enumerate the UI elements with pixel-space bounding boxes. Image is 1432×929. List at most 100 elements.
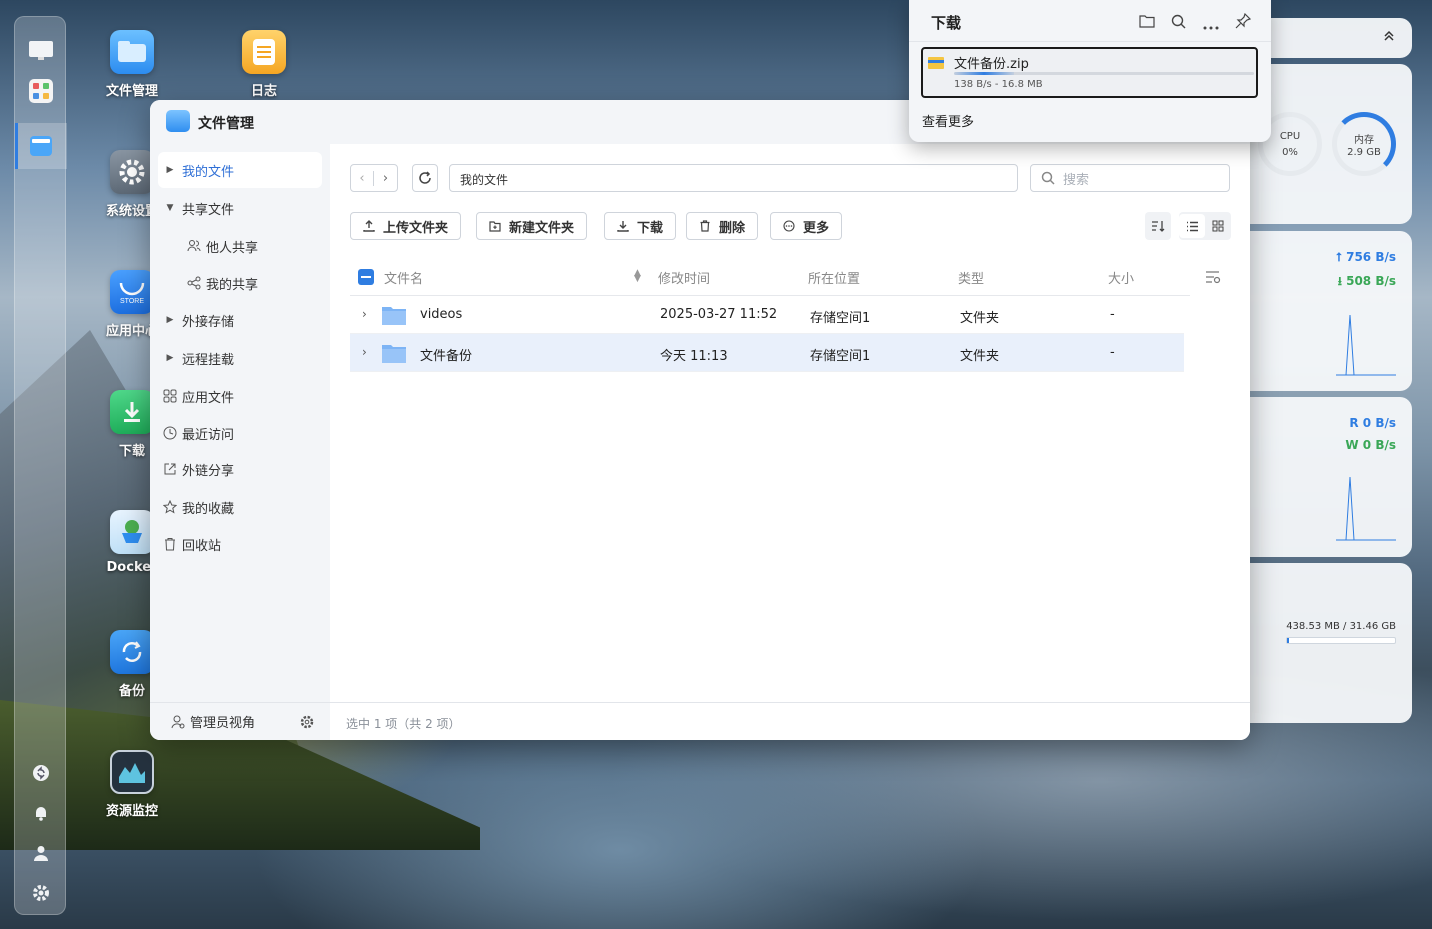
svg-text:STORE: STORE [120, 298, 144, 305]
folder-icon[interactable] [1139, 14, 1155, 32]
column-header-name[interactable]: 文件名 [384, 268, 423, 287]
download-icon [617, 221, 629, 232]
pin-icon[interactable] [1235, 12, 1252, 33]
sort-button[interactable] [1145, 212, 1171, 240]
search-input[interactable]: 搜索 [1030, 164, 1230, 192]
table-row[interactable]: › videos 2025-03-27 11:52 存储空间1 文件夹 - [350, 296, 1184, 334]
file-type: 文件夹 [960, 349, 1000, 364]
user-icon[interactable] [27, 839, 55, 867]
network-down: ⭳ 508 B/s [1337, 274, 1396, 288]
path-input[interactable]: 我的文件 [449, 164, 1018, 192]
app-launcher-icon[interactable] [27, 77, 55, 105]
divider [909, 41, 1271, 42]
folder-icon [382, 345, 406, 363]
storage-bar [1286, 637, 1396, 644]
sidebar-item-external-link-share[interactable]: 外链分享 [158, 451, 322, 487]
sidebar-item-favorites[interactable]: 我的收藏 [158, 489, 322, 525]
memory-value: 2.9 GB [1347, 147, 1381, 158]
sidebar-item-label: 他人共享 [206, 240, 259, 256]
apps-grid-icon [158, 389, 182, 403]
download-item-meta: 138 B/s - 16.8 MB [954, 79, 1043, 90]
download-item[interactable]: 文件备份.zip 138 B/s - 16.8 MB [921, 47, 1258, 98]
desktop-icon[interactable] [27, 37, 55, 65]
sidebar-item-label: 外链分享 [182, 463, 235, 479]
more-icon[interactable] [1203, 19, 1219, 34]
gear-icon[interactable] [300, 715, 314, 733]
main-panel: ‹ › 我的文件 搜索 上传文件夹 新建文件夹 下载 删除 更多 文件名 ▲ ▼… [330, 144, 1250, 740]
select-all-checkbox[interactable] [358, 269, 374, 285]
file-name: 文件备份 [420, 349, 473, 364]
download-progress-fill [954, 72, 1014, 75]
sidebar-item-remote-mount[interactable]: ▶ 远程挂载 [158, 340, 322, 376]
sidebar-item-shared-files[interactable]: ▼ 共享文件 [158, 190, 322, 226]
download-item-name: 文件备份.zip [954, 57, 1029, 72]
download-progress-bar [954, 72, 1254, 75]
desktop-icon-label: 文件管理 [105, 84, 158, 99]
download-button[interactable]: 下载 [604, 212, 677, 240]
file-name: videos [420, 307, 463, 322]
admin-user-icon [166, 715, 190, 729]
column-header-type[interactable]: 类型 [958, 268, 984, 287]
sidebar-item-external-storage[interactable]: ▶ 外接存储 [158, 302, 322, 338]
network-sparkline [1336, 314, 1396, 376]
sidebar-item-recent[interactable]: 最近访问 [158, 415, 322, 451]
bell-icon[interactable] [27, 799, 55, 827]
desktop-icon-file-manager[interactable]: 文件管理 [82, 30, 182, 99]
widget-header [1250, 18, 1412, 58]
search-icon[interactable] [1171, 14, 1186, 33]
column-settings-icon[interactable] [1205, 270, 1221, 288]
sync-icon[interactable] [27, 759, 55, 787]
sidebar-item-app-files[interactable]: 应用文件 [158, 378, 322, 414]
column-header-location[interactable]: 所在位置 [808, 268, 860, 287]
upload-icon [363, 220, 375, 232]
sort-caret-icon[interactable]: ▲ ▼ [634, 269, 641, 284]
column-header-modified[interactable]: 修改时间 [658, 268, 710, 287]
refresh-icon [419, 171, 431, 184]
system-usage-widget: CPU 0% 内存 2.9 GB [1250, 64, 1412, 224]
forward-button[interactable]: › [374, 171, 397, 186]
new-folder-icon [489, 221, 501, 232]
sidebar: ▶ 我的文件 ▼ 共享文件 他人共享 我的共享 ▶ 外接存储 ▶ 远程挂载 应用… [150, 144, 330, 740]
expand-chevron-icon[interactable]: › [362, 345, 367, 359]
new-folder-button[interactable]: 新建文件夹 [476, 212, 588, 240]
backup-icon [110, 630, 154, 674]
file-manager-dock-icon[interactable] [27, 132, 55, 160]
column-header-size[interactable]: 大小 [1108, 268, 1134, 287]
collapse-icon[interactable] [1384, 30, 1394, 45]
sidebar-item-my-files[interactable]: ▶ 我的文件 [158, 152, 322, 188]
sidebar-item-my-shares[interactable]: 我的共享 [158, 265, 322, 301]
refresh-button[interactable] [412, 164, 438, 192]
upload-folder-button[interactable]: 上传文件夹 [350, 212, 462, 240]
settings-icon [110, 150, 154, 194]
sidebar-item-label: 回收站 [182, 538, 222, 554]
expand-chevron-icon[interactable]: › [362, 307, 367, 321]
more-label: 更多 [803, 220, 830, 236]
download-icon [110, 390, 154, 434]
desktop-icon-notes[interactable]: 日志 [214, 30, 314, 99]
caret-right-icon: ▶ [166, 353, 174, 363]
nav-buttons: ‹ › [350, 164, 398, 192]
app-store-icon: STORE [110, 270, 154, 314]
search-icon [1041, 171, 1055, 185]
sidebar-item-shared-with-me[interactable]: 他人共享 [158, 228, 322, 264]
external-share-icon [158, 462, 182, 476]
caret-down-icon: ▼ [166, 203, 174, 213]
grid-view-icon[interactable] [1205, 220, 1231, 232]
delete-button[interactable]: 删除 [686, 212, 759, 240]
sidebar-item-label: 我的收藏 [182, 501, 235, 517]
sidebar-item-recycle-bin[interactable]: 回收站 [158, 526, 322, 562]
storage-text: 438.53 MB / 31.46 GB [1286, 621, 1396, 632]
disk-io-widget: R 0 B/s W 0 B/s [1250, 397, 1412, 557]
notes-icon [242, 30, 286, 74]
more-button[interactable]: 更多 [770, 212, 843, 240]
admin-view-label[interactable]: 管理员视角 [190, 712, 255, 731]
back-button[interactable]: ‹ [351, 170, 375, 186]
desktop-icon-resource-monitor[interactable]: 资源监控 [82, 750, 182, 819]
list-view-icon[interactable] [1179, 214, 1205, 238]
file-location: 存储空间1 [810, 311, 871, 326]
table-row[interactable]: › 文件备份 今天 11:13 存储空间1 文件夹 - [350, 334, 1184, 372]
trash-icon [158, 537, 182, 551]
view-more-link[interactable]: 查看更多 [922, 111, 974, 130]
sidebar-item-label: 我的文件 [182, 164, 235, 180]
gear-icon[interactable] [27, 879, 55, 907]
